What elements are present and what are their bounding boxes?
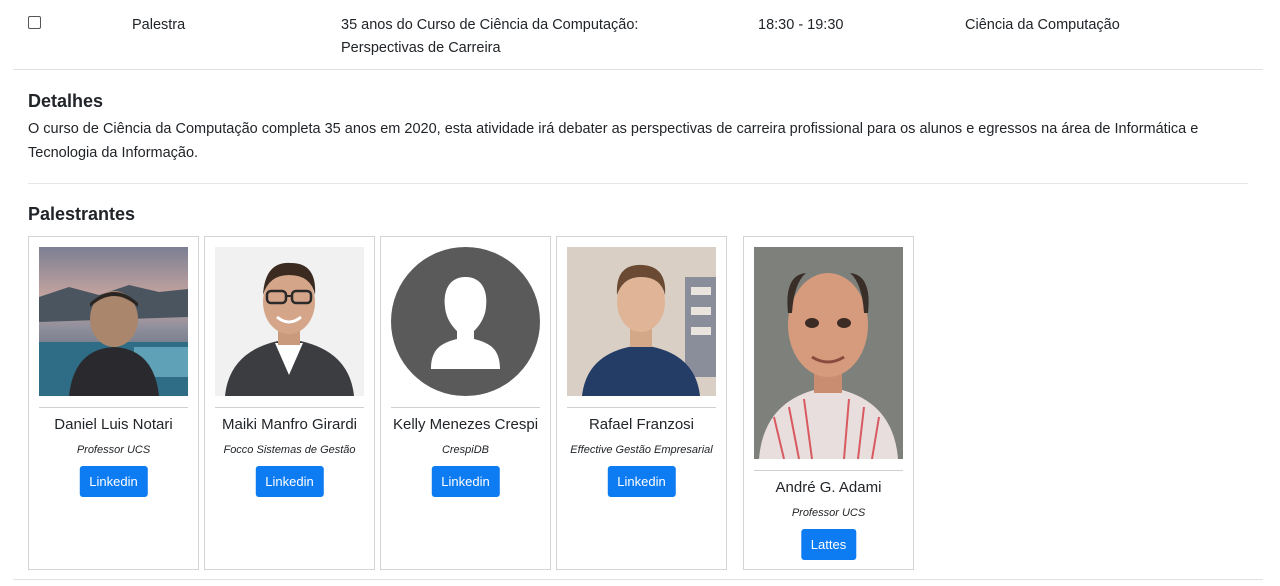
section-divider xyxy=(28,183,1248,184)
card-divider xyxy=(754,470,903,471)
linkedin-button[interactable]: Linkedin xyxy=(255,466,324,497)
linkedin-button[interactable]: Linkedin xyxy=(79,466,148,497)
speaker-org: Professor UCS xyxy=(76,444,151,456)
card-divider xyxy=(215,407,364,408)
linkedin-button[interactable]: Linkedin xyxy=(607,466,676,497)
details-section: Detalhes O curso de Ciência da Computaçã… xyxy=(28,89,1248,165)
details-text: O curso de Ciência da Computação complet… xyxy=(28,121,1199,161)
event-row: Palestra 35 anos do Curso de Ciência da … xyxy=(13,0,1263,70)
speaker-name: Daniel Luis Notari xyxy=(54,416,173,433)
speaker-card: Rafael Franzosi Effective Gestão Empresa… xyxy=(556,236,727,570)
speaker-card: André G. Adami Professor UCS Lattes xyxy=(743,236,914,570)
speakers-heading: Palestrantes xyxy=(28,204,136,224)
linkedin-button[interactable]: Linkedin xyxy=(431,466,500,497)
speaker-org: Focco Sistemas de Gestão xyxy=(223,444,356,456)
event-select-checkbox[interactable] xyxy=(28,16,41,29)
speaker-photo xyxy=(567,247,716,396)
card-divider xyxy=(567,407,716,408)
lattes-button[interactable]: Lattes xyxy=(800,529,857,560)
details-heading: Detalhes xyxy=(28,91,104,111)
speaker-name: Rafael Franzosi xyxy=(588,416,695,433)
speaker-name: André G. Adami xyxy=(775,479,882,496)
speaker-card: Maiki Manfro Girardi Focco Sistemas de G… xyxy=(204,236,375,570)
speaker-org: Effective Gestão Empresarial xyxy=(570,444,713,456)
speaker-photo xyxy=(754,247,903,459)
speaker-photo xyxy=(39,247,188,396)
event-course: Ciência da Computação xyxy=(965,17,1120,33)
event-type: Palestra xyxy=(132,17,186,33)
speaker-card: Kelly Menezes Crespi CrespiDB Linkedin xyxy=(380,236,551,570)
event-time: 18:30 - 19:30 xyxy=(758,17,844,33)
card-divider xyxy=(391,407,540,408)
card-divider xyxy=(39,407,188,408)
event-title: 35 anos do Curso de Ciência da Computaçã… xyxy=(341,17,639,56)
avatar-placeholder-icon xyxy=(391,247,540,396)
speaker-name: Kelly Menezes Crespi xyxy=(392,416,539,433)
speaker-org: Professor UCS xyxy=(791,507,866,519)
speaker-photo xyxy=(215,247,364,396)
bottom-divider xyxy=(13,579,1263,580)
speaker-card: Daniel Luis Notari Professor UCS Linkedi… xyxy=(28,236,199,570)
speaker-org: CrespiDB xyxy=(441,444,490,456)
speaker-name: Maiki Manfro Girardi xyxy=(221,416,358,433)
